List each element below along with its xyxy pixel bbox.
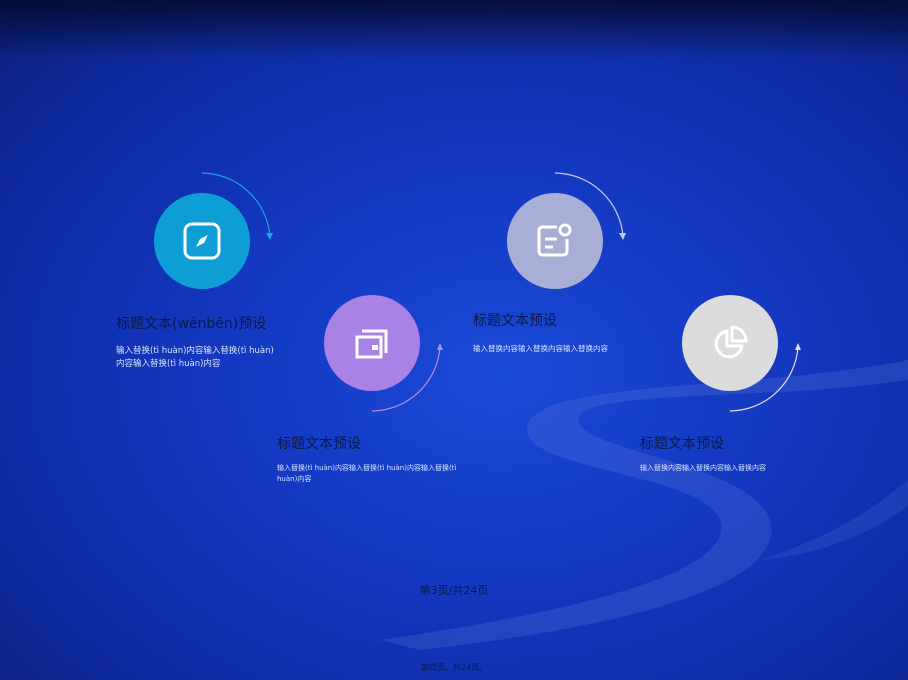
item-4-arc: [729, 343, 801, 412]
page-sub-indicator: 第四页，共24页。: [420, 663, 488, 672]
page-indicator: 第3页/共24页: [419, 584, 489, 597]
item-4-desc: 输入替换内容输入替换内容输入替换内容: [640, 464, 766, 472]
item-4-title: 标题文本预设: [640, 436, 724, 452]
